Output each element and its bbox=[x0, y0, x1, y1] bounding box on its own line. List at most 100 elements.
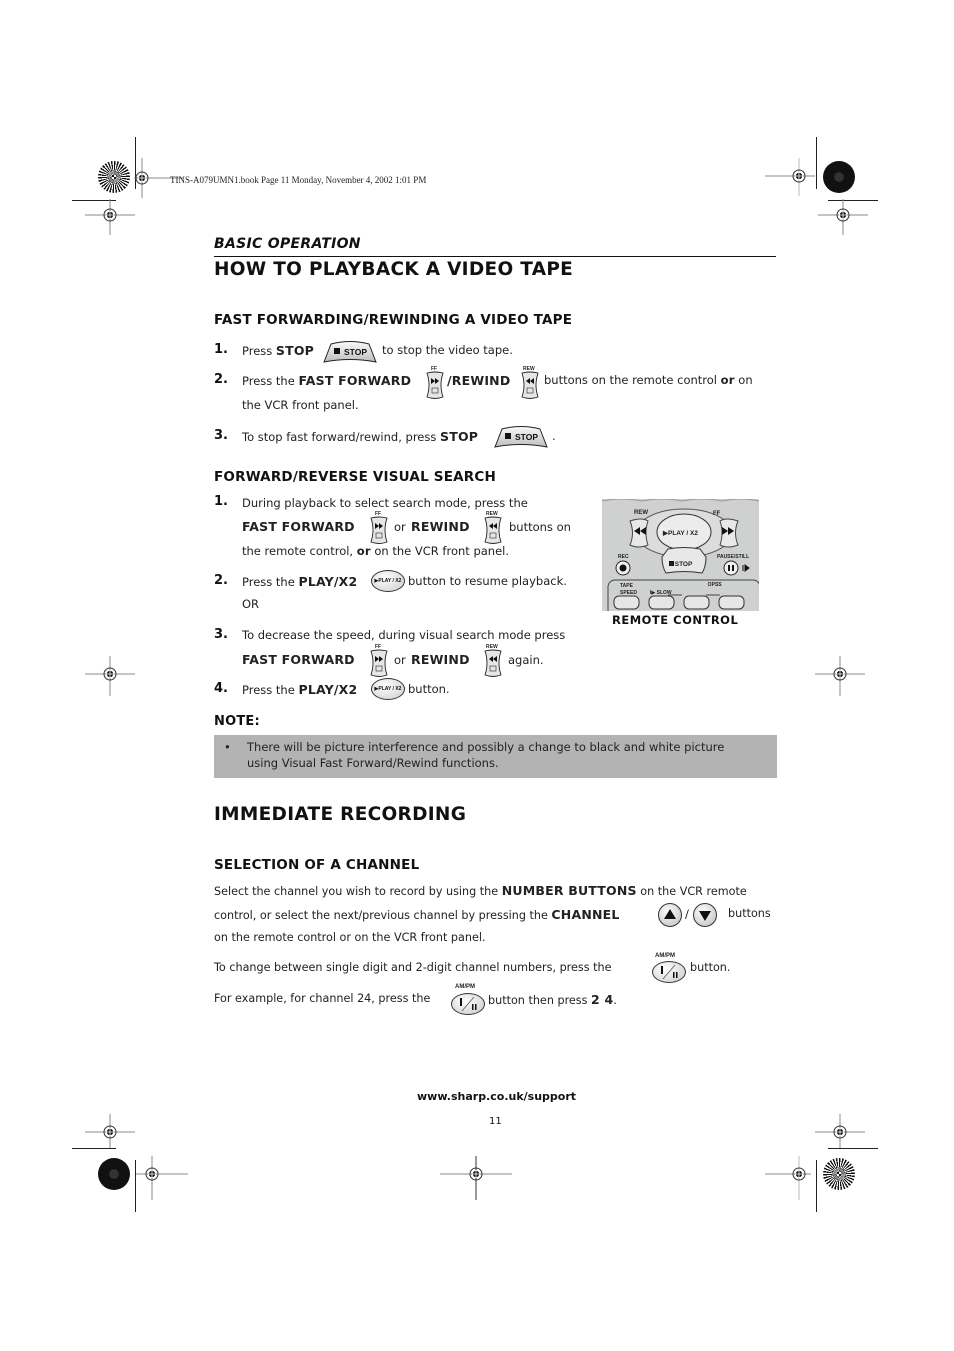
svg-text:REW: REW bbox=[523, 366, 535, 372]
fast-forward-button-icon: FF bbox=[426, 366, 444, 399]
note-text-line2: using Visual Fast Forward/Rewind functio… bbox=[247, 756, 499, 770]
note-bullet: • bbox=[224, 740, 231, 754]
channel-text-example: button then press 2 4. bbox=[488, 992, 617, 1007]
step-number: 3. bbox=[214, 428, 228, 443]
step-text-pre: Press the bbox=[242, 683, 299, 697]
registration-mark-icon bbox=[765, 1156, 811, 1200]
text-post: on the VCR remote bbox=[636, 885, 747, 898]
registration-mark-icon bbox=[85, 199, 135, 235]
step-number: 1. bbox=[214, 494, 228, 509]
number-buttons-label: NUMBER BUTTONS bbox=[501, 883, 637, 898]
color-rosette-icon bbox=[823, 161, 855, 193]
text-mid: button then press bbox=[488, 994, 592, 1007]
step-text-line3b: on the VCR front panel. bbox=[374, 544, 510, 558]
step-text-pre: To stop fast forward/rewind, press bbox=[242, 430, 441, 444]
step-text-bold: PLAY/X2 bbox=[298, 682, 358, 697]
remote-label-slow: I▶ SLOW bbox=[650, 590, 672, 596]
fast-forward-label: FAST FORWARD bbox=[242, 519, 355, 534]
channel-up-button-icon bbox=[658, 903, 682, 927]
step-text-post: . bbox=[552, 429, 556, 443]
step-text-post-b: on bbox=[738, 373, 753, 387]
step-text-bold: FAST FORWARD bbox=[242, 652, 355, 667]
color-rosette-icon bbox=[98, 1158, 130, 1190]
step-text-mid: or bbox=[394, 520, 406, 534]
channel-text-post: buttons bbox=[728, 907, 771, 920]
step-text-bold: STOP bbox=[275, 343, 315, 358]
stop-button-icon: STOP bbox=[494, 426, 548, 448]
registration-mark-icon bbox=[440, 1156, 512, 1200]
text-post: . bbox=[613, 994, 617, 1007]
rewind-label: REWIND bbox=[411, 652, 470, 667]
step-text-line3: the remote control, or on the VCR front … bbox=[242, 544, 509, 558]
step-text: Press STOP bbox=[242, 343, 314, 358]
remote-label-stop: ■ STOP bbox=[669, 561, 693, 568]
fast-forward-button-icon: FF bbox=[370, 644, 388, 677]
registration-mark-icon bbox=[815, 1114, 865, 1148]
registration-mark-icon bbox=[815, 656, 865, 696]
remote-label-rec: REC bbox=[618, 554, 629, 560]
svg-text:FF: FF bbox=[431, 366, 437, 372]
note-label: NOTE: bbox=[214, 714, 260, 729]
or-emphasis: or bbox=[720, 373, 735, 387]
text-pre: control, or select the next/previous cha… bbox=[214, 909, 552, 922]
rewind-label: /REWIND bbox=[447, 373, 511, 388]
svg-text:REW: REW bbox=[486, 511, 498, 517]
footer-support-link[interactable]: www.sharp.co.uk/support bbox=[417, 1090, 576, 1103]
step-text-post-a: buttons on the remote control bbox=[544, 373, 717, 387]
svg-text:STOP: STOP bbox=[344, 347, 367, 357]
page-number: 11 bbox=[489, 1116, 502, 1127]
step-number: 2. bbox=[214, 372, 228, 387]
svg-text:REW: REW bbox=[486, 644, 498, 650]
channel-paragraph-line5: For example, for channel 24, press the bbox=[214, 992, 431, 1005]
stop-button-icon: STOP bbox=[323, 341, 377, 363]
svg-text:FF: FF bbox=[375, 644, 381, 650]
rewind-label: REWIND bbox=[411, 519, 470, 534]
ampm-button-icon bbox=[652, 961, 686, 983]
color-rosette-icon bbox=[823, 1158, 855, 1190]
step-text-line2: the VCR front panel. bbox=[242, 398, 359, 412]
step-text-bold: PLAY/X2 bbox=[298, 574, 358, 589]
channel-down-button-icon bbox=[693, 903, 717, 927]
ampm-button-icon bbox=[451, 993, 485, 1015]
channel-paragraph-line1: Select the channel you wish to record by… bbox=[214, 883, 747, 898]
fast-forward-label: FAST FORWARD bbox=[242, 652, 355, 667]
step-text-line2: OR bbox=[242, 597, 260, 611]
step-text-line1: To decrease the speed, during visual sea… bbox=[242, 628, 566, 642]
header-rule bbox=[214, 256, 776, 257]
step-text-post: again. bbox=[508, 653, 544, 667]
remote-label-dpss: DPSS bbox=[708, 582, 722, 588]
step-text-mid: or bbox=[394, 653, 406, 667]
section-heading-channel: SELECTION OF A CHANNEL bbox=[214, 857, 420, 873]
play-x2-button-icon: ▶PLAY / X2 bbox=[371, 678, 405, 700]
step-number: 4. bbox=[214, 681, 228, 696]
step-text: Press the PLAY/X2 bbox=[242, 574, 357, 589]
remote-control-illustration: REW FF ▶PLAY / X2 REC ■ STOP PAUSE/STILL… bbox=[602, 499, 759, 611]
crop-mark bbox=[816, 137, 817, 189]
crop-mark bbox=[816, 1160, 817, 1212]
channel-paragraph-line4: To change between single digit and 2-dig… bbox=[214, 961, 612, 974]
section-kicker: BASIC OPERATION bbox=[214, 236, 361, 252]
step-text: Press the PLAY/X2 bbox=[242, 682, 357, 697]
note-text-line1: There will be picture interference and p… bbox=[247, 740, 725, 754]
section-heading-visual-search: FORWARD/REVERSE VISUAL SEARCH bbox=[214, 469, 496, 485]
svg-text:FF: FF bbox=[375, 511, 381, 517]
step-text-bold2: REWIND bbox=[411, 652, 470, 667]
step-text: Press the FAST FORWARD bbox=[242, 373, 411, 388]
channel-label: CHANNEL bbox=[551, 907, 620, 922]
step-number: 3. bbox=[214, 627, 228, 642]
step-text-pre: Press the bbox=[242, 575, 299, 589]
remote-label-pause: PAUSE/STILL bbox=[717, 554, 750, 560]
or-emphasis: or bbox=[356, 544, 371, 558]
note-box: • There will be picture interference and… bbox=[214, 735, 777, 778]
step-text-bold2: /REWIND bbox=[447, 373, 510, 388]
play-x2-button-icon: ▶PLAY / X2 bbox=[371, 570, 405, 592]
step-text-pre: Press bbox=[242, 344, 276, 358]
remote-label-rew: REW bbox=[634, 510, 648, 516]
rewind-button-icon: REW bbox=[521, 366, 539, 399]
fast-forward-button-icon: FF bbox=[370, 511, 388, 544]
ampm-label: AM/PM bbox=[455, 984, 475, 990]
channel-digits: 2 4 bbox=[591, 992, 614, 1007]
registration-mark-icon bbox=[818, 199, 868, 235]
step-text-post: button. bbox=[408, 682, 450, 696]
text-pre: Select the channel you wish to record by… bbox=[214, 885, 502, 898]
